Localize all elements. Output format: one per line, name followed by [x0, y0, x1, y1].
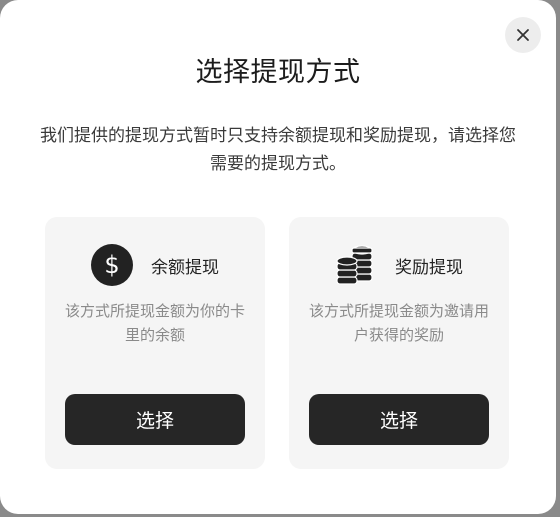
select-reward-button[interactable]: 选择 [309, 394, 489, 445]
card-title: 余额提现 [151, 257, 219, 278]
balance-withdraw-card: $ 余额提现 该方式所提现金额为你的卡里的余额 选择 [45, 217, 265, 469]
withdraw-method-dialog: 选择提现方式 我们提供的提现方式暂时只支持余额提现和奖励提现，请选择您需要的提现… [0, 0, 556, 514]
coin-stack-icon [335, 244, 377, 286]
reward-withdraw-card: 奖励提现 该方式所提现金额为邀请用户获得的奖励 选择 [289, 217, 509, 469]
close-icon [516, 28, 530, 42]
select-balance-button[interactable]: 选择 [65, 394, 245, 445]
dialog-description: 我们提供的提现方式暂时只支持余额提现和奖励提现，请选择您需要的提现方式。 [40, 126, 516, 174]
card-header: $ 余额提现 [45, 243, 265, 287]
card-header: 奖励提现 [289, 243, 509, 287]
dollar-coin-icon: $ [91, 244, 133, 286]
card-title: 奖励提现 [395, 257, 463, 278]
card-description: 该方式所提现金额为邀请用户获得的奖励 [308, 302, 489, 344]
close-button[interactable] [505, 17, 541, 53]
dialog-title: 选择提现方式 [195, 57, 361, 88]
card-description: 该方式所提现金额为你的卡里的余额 [64, 302, 245, 344]
svg-text:$: $ [104, 251, 119, 279]
